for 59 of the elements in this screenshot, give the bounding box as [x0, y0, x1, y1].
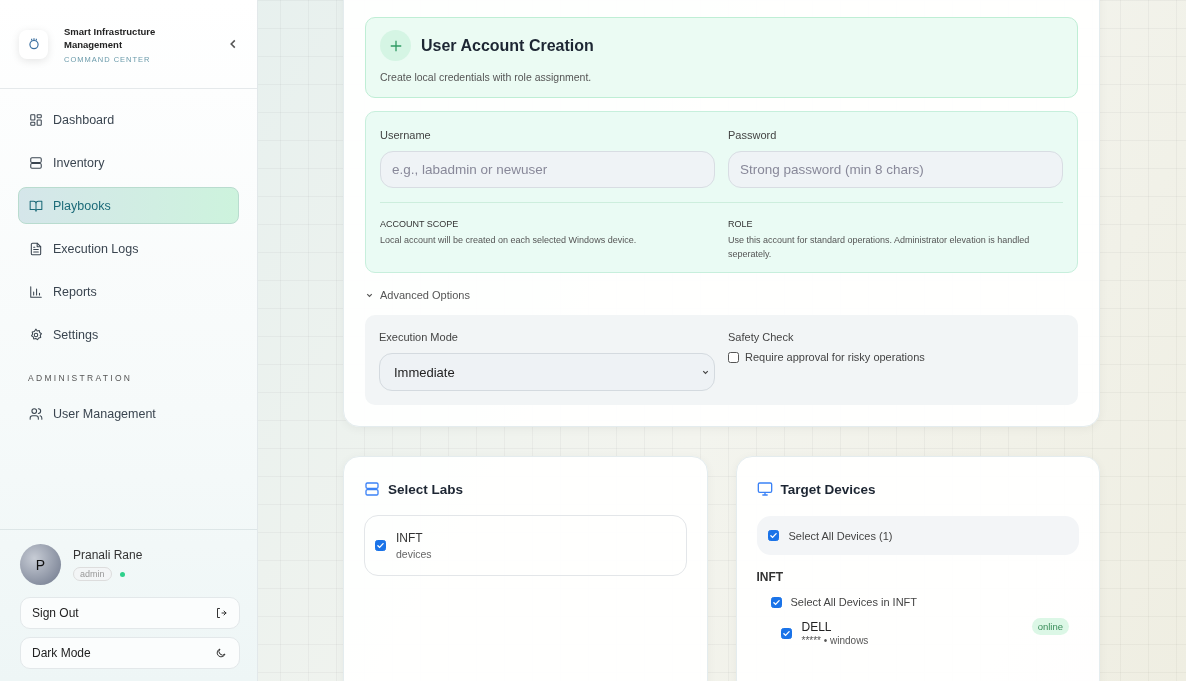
info-text: Use this account for standard operations. Administrator elevation is handled seperately.	[728, 234, 1031, 261]
checkbox[interactable]	[728, 351, 739, 363]
advanced-options-toggle[interactable]: Advanced Options	[365, 289, 1078, 301]
nav-item[interactable]: Playbooks	[18, 187, 239, 224]
field-label: Password	[728, 129, 778, 141]
book-icon	[29, 198, 43, 213]
execution-mode-select[interactable]: Immediate	[379, 353, 715, 391]
info-text: Local account will be created on each selected Windows device.	[380, 234, 638, 247]
grid-icon	[29, 112, 43, 127]
device-name: DELL	[801, 620, 833, 634]
app-title: Smart Infrastructure Management	[64, 24, 157, 51]
device-meta: ***** • windows	[801, 636, 870, 646]
form-description: Create local credentials with role assignment.	[380, 71, 593, 83]
user-avatar: P	[20, 544, 61, 585]
lab-subtitle: devices	[396, 548, 432, 560]
server-icon	[364, 481, 380, 497]
form-title: User Account Creation	[421, 36, 594, 55]
info-label: ROLE	[728, 219, 754, 229]
users-icon	[29, 406, 43, 421]
checkbox[interactable]	[767, 530, 779, 541]
nav-item[interactable]: Reports	[18, 273, 239, 310]
nav-item[interactable]: Settings	[18, 316, 239, 353]
plus-icon	[380, 30, 411, 61]
app-logo-icon	[19, 29, 48, 59]
field-label: Execution Mode	[379, 331, 459, 343]
moon-icon	[215, 647, 227, 659]
nav-item[interactable]: Inventory	[18, 144, 239, 181]
logout-icon	[215, 607, 227, 619]
field-label: Safety Check	[728, 331, 795, 343]
select-all-row[interactable]: Select All Devices (1)	[756, 516, 1079, 555]
role-badge: admin	[73, 567, 112, 581]
sign-out-button[interactable]: Sign Out	[20, 597, 240, 629]
user-name: Pranali Rane	[73, 548, 143, 562]
lab-name: INFT	[396, 531, 424, 545]
nav-item[interactable]: User Management	[18, 395, 239, 432]
status-badge: online	[1031, 618, 1069, 635]
monitor-icon	[756, 481, 773, 497]
nav-item[interactable]: Execution Logs	[18, 230, 239, 267]
info-label: ACCOUNT SCOPE	[380, 219, 460, 229]
checkbox-label: Require approval for risky operations	[745, 351, 925, 363]
bar-chart-icon	[29, 284, 43, 299]
username-field[interactable]: e.g., labadmin or newuser	[380, 151, 715, 188]
checkbox-label: Select All Devices (1)	[788, 529, 893, 542]
field-label: Username	[380, 129, 432, 141]
card-title: Select Labs	[388, 481, 464, 497]
dark-mode-button[interactable]: Dark Mode	[20, 637, 240, 669]
password-field[interactable]: Strong password (min 8 chars)	[728, 151, 1063, 188]
document-icon	[29, 241, 43, 256]
checkbox[interactable]	[780, 627, 792, 639]
settings-icon	[29, 327, 43, 342]
checkbox[interactable]	[770, 596, 782, 608]
group-name: INFT	[756, 570, 785, 584]
server-icon	[29, 155, 43, 170]
lab-item[interactable]: INFT devices	[364, 515, 687, 576]
checkbox-label: Select All Devices in INFT	[790, 596, 918, 608]
section-label: ADMINISTRATION	[27, 372, 134, 385]
nav-item[interactable]: Dashboard	[18, 101, 239, 138]
checkbox[interactable]	[375, 540, 386, 551]
card-title: Target Devices	[780, 481, 876, 497]
